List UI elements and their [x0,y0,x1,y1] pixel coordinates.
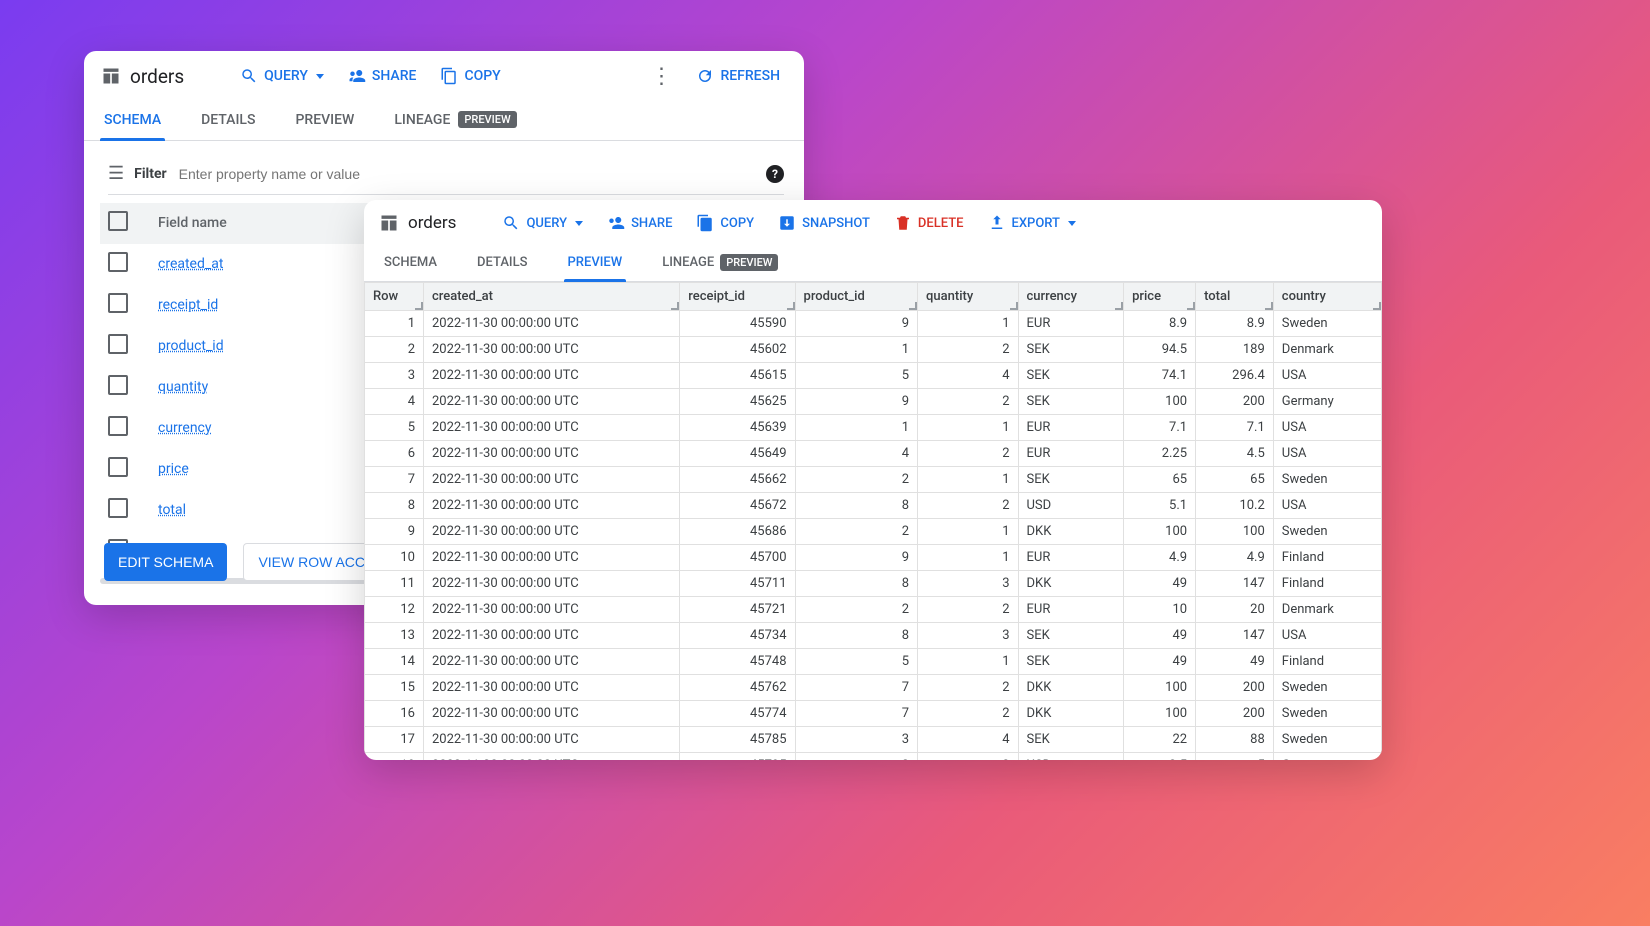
tab-preview[interactable]: PREVIEW [291,101,358,140]
table-row: 102022-11-30 00:00:00 UTC4570091EUR4.94.… [365,545,1382,571]
table-row: 152022-11-30 00:00:00 UTC4576272DKK10020… [365,675,1382,701]
filter-bar: ☰ Filter ? [108,163,784,195]
preview-badge: PREVIEW [458,111,516,128]
filter-label: Filter [134,166,167,182]
preview-tabs: SCHEMA DETAILS PREVIEW LINEAGEPREVIEW [364,246,1382,282]
tab-lineage[interactable]: LINEAGEPREVIEW [390,101,520,140]
delete-button[interactable]: DELETE [886,208,972,238]
preview-header: orders QUERY SHARE COPY SNAPSHOT DELETE … [364,200,1382,246]
table-row: 182022-11-30 00:00:00 UTC4579532USD2.55G… [365,753,1382,761]
copy-button[interactable]: COPY [432,61,508,91]
col-price[interactable]: price [1124,283,1196,311]
checkbox[interactable] [108,252,128,272]
help-icon[interactable]: ? [766,165,784,183]
preview-panel: orders QUERY SHARE COPY SNAPSHOT DELETE … [364,200,1382,760]
field-link[interactable]: currency [158,420,212,436]
table-row: 82022-11-30 00:00:00 UTC4567282USD5.110.… [365,493,1382,519]
col-currency[interactable]: currency [1018,283,1124,311]
field-link[interactable]: quantity [158,379,208,395]
table-title: orders [130,65,184,88]
table-row: 122022-11-30 00:00:00 UTC4572122EUR1020D… [365,597,1382,623]
checkbox[interactable] [108,416,128,436]
table-row: 42022-11-30 00:00:00 UTC4562592SEK100200… [365,389,1382,415]
checkbox[interactable] [108,457,128,477]
more-menu[interactable]: ⋮ [642,64,680,89]
checkbox[interactable] [108,375,128,395]
table-icon [378,212,400,234]
tab-schema[interactable]: SCHEMA [100,101,165,140]
field-link[interactable]: created_at [158,256,223,272]
filter-icon: ☰ [108,163,124,184]
field-link[interactable]: price [158,461,189,477]
table-row: 172022-11-30 00:00:00 UTC4578534SEK2288S… [365,727,1382,753]
chevron-down-icon [316,74,324,79]
col-total[interactable]: total [1196,283,1274,311]
col-product_id[interactable]: product_id [795,283,918,311]
tab-details[interactable]: DETAILS [197,101,259,140]
checkbox-all[interactable] [108,211,128,231]
tab-lineage[interactable]: LINEAGEPREVIEW [658,246,782,281]
table-row: 12022-11-30 00:00:00 UTC4559091EUR8.98.9… [365,311,1382,337]
copy-button[interactable]: COPY [688,208,762,238]
table-row: 62022-11-30 00:00:00 UTC4564942EUR2.254.… [365,441,1382,467]
share-button[interactable]: SHARE [599,208,680,238]
col-created_at[interactable]: created_at [424,283,680,311]
refresh-button[interactable]: REFRESH [688,61,788,91]
field-link[interactable]: total [158,502,186,518]
col-country[interactable]: country [1273,283,1381,311]
table-row: 142022-11-30 00:00:00 UTC4574851SEK4949F… [365,649,1382,675]
table-row: 162022-11-30 00:00:00 UTC4577472DKK10020… [365,701,1382,727]
table-row: 132022-11-30 00:00:00 UTC4573483SEK49147… [365,623,1382,649]
preview-badge: PREVIEW [720,254,778,271]
data-table: Rowcreated_atreceipt_idproduct_idquantit… [364,282,1382,760]
col-quantity[interactable]: quantity [918,283,1018,311]
share-button[interactable]: SHARE [340,61,425,91]
snapshot-button[interactable]: SNAPSHOT [770,208,878,238]
query-button[interactable]: QUERY [494,208,591,238]
query-button[interactable]: QUERY [232,61,332,91]
field-link[interactable]: product_id [158,338,224,354]
checkbox[interactable] [108,498,128,518]
tab-details[interactable]: DETAILS [473,246,531,281]
table-icon [100,65,122,87]
filter-input[interactable] [177,165,756,183]
table-row: 32022-11-30 00:00:00 UTC4561554SEK74.129… [365,363,1382,389]
schema-header: orders QUERY SHARE COPY ⋮ REFRESH [84,51,804,101]
checkbox[interactable] [108,334,128,354]
table-row: 52022-11-30 00:00:00 UTC4563911EUR7.17.1… [365,415,1382,441]
tab-preview[interactable]: PREVIEW [564,246,627,281]
schema-tabs: SCHEMA DETAILS PREVIEW LINEAGEPREVIEW [84,101,804,141]
export-button[interactable]: EXPORT [980,208,1084,238]
field-link[interactable]: receipt_id [158,297,218,313]
col-receipt_id[interactable]: receipt_id [680,283,795,311]
col-row[interactable]: Row [365,283,424,311]
table-title: orders [408,213,456,233]
table-row: 22022-11-30 00:00:00 UTC4560212SEK94.518… [365,337,1382,363]
table-row: 92022-11-30 00:00:00 UTC4568621DKK100100… [365,519,1382,545]
table-row: 112022-11-30 00:00:00 UTC4571183DKK49147… [365,571,1382,597]
chevron-down-icon [575,221,583,226]
chevron-down-icon [1068,221,1076,226]
tab-schema[interactable]: SCHEMA [380,246,441,281]
table-row: 72022-11-30 00:00:00 UTC4566221SEK6565Sw… [365,467,1382,493]
checkbox[interactable] [108,293,128,313]
edit-schema-button[interactable]: EDIT SCHEMA [104,543,227,581]
